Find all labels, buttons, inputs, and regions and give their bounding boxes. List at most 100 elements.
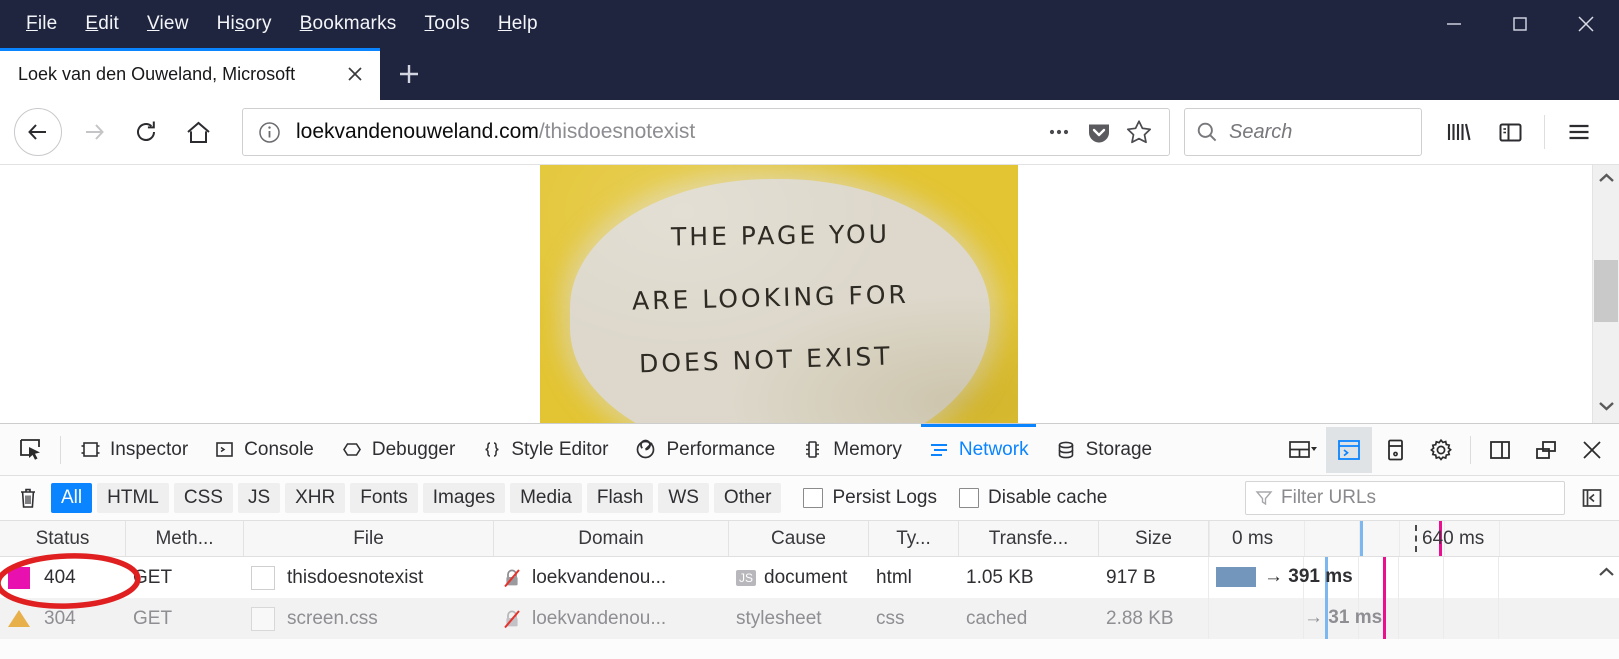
tab-title: Loek van den Ouweland, Microsoft bbox=[18, 63, 296, 84]
filter-chip-flash[interactable]: Flash bbox=[586, 483, 654, 513]
filter-chip-css[interactable]: CSS bbox=[173, 483, 233, 513]
url-text[interactable]: loekvandenouweland.com/thisdoesnotexist bbox=[296, 120, 1039, 144]
pocket-button[interactable] bbox=[1079, 112, 1119, 152]
browser-titlebar: File Edit View Hisory Bookmarks Tools He… bbox=[0, 0, 1619, 100]
devtools-tab-style-editor[interactable]: Style Editor bbox=[468, 424, 621, 476]
bookmark-button[interactable] bbox=[1119, 112, 1159, 152]
page-actions-button[interactable] bbox=[1039, 112, 1079, 152]
page-content: THE PAGE YOU ARE LOOKING FOR DOES NOT EX… bbox=[0, 165, 1619, 423]
window-controls bbox=[1421, 0, 1619, 48]
request-duration: → 31 ms bbox=[1304, 607, 1383, 628]
search-bar[interactable]: Search bbox=[1184, 108, 1422, 156]
note-line-2: ARE LOOKING FOR bbox=[631, 279, 909, 316]
home-button[interactable] bbox=[172, 106, 224, 158]
network-scroll-up[interactable] bbox=[1593, 566, 1619, 578]
chevron-down-icon bbox=[1598, 402, 1614, 411]
column-header-file[interactable]: File bbox=[243, 521, 493, 556]
filter-chip-ws[interactable]: WS bbox=[658, 483, 709, 513]
page-scrollbar[interactable] bbox=[1592, 165, 1619, 423]
filter-chip-html[interactable]: HTML bbox=[97, 483, 169, 513]
column-header-domain[interactable]: Domain bbox=[493, 521, 728, 556]
reload-button[interactable] bbox=[120, 106, 172, 158]
devtools-tab-label: Network bbox=[958, 438, 1029, 460]
info-circle-icon[interactable] bbox=[257, 120, 282, 145]
filter-chip-fonts[interactable]: Fonts bbox=[350, 483, 418, 513]
split-console-button[interactable] bbox=[1326, 426, 1372, 473]
devtools-tab-memory[interactable]: Memory bbox=[788, 424, 915, 476]
broken-lock-icon bbox=[501, 608, 523, 630]
url-bar[interactable]: loekvandenouweland.com/thisdoesnotexist bbox=[242, 108, 1170, 156]
devtools-tab-performance[interactable]: Performance bbox=[621, 424, 788, 476]
table-row[interactable]: 404 GET thisdoesnotexist loekvandenou...… bbox=[0, 557, 1619, 598]
clear-requests-button[interactable] bbox=[10, 486, 46, 510]
app-menu-button[interactable] bbox=[1553, 106, 1605, 158]
maximize-button[interactable] bbox=[1487, 0, 1553, 48]
scroll-thumb[interactable] bbox=[1594, 260, 1618, 322]
column-header-cause[interactable]: Cause bbox=[728, 521, 868, 556]
column-header-size[interactable]: Size bbox=[1098, 521, 1208, 556]
menu-bookmarks[interactable]: Bookmarks bbox=[286, 9, 411, 39]
devtools-tab-inspector[interactable]: Inspector bbox=[67, 424, 201, 476]
disable-cache-checkbox[interactable]: Disable cache bbox=[959, 487, 1107, 509]
close-button[interactable] bbox=[1553, 0, 1619, 48]
dock-separate-window-button[interactable] bbox=[1523, 427, 1569, 473]
cell-file: screen.css bbox=[243, 598, 493, 639]
column-header-timeline[interactable]: 0 ms 640 ms bbox=[1208, 521, 1619, 556]
library-button[interactable] bbox=[1432, 106, 1484, 158]
toggle-sidebar-button[interactable] bbox=[1575, 486, 1609, 510]
devtools-tab-network[interactable]: Network bbox=[915, 423, 1042, 476]
responsive-design-mode-button[interactable] bbox=[1372, 427, 1418, 473]
domain-name: loekvandenou... bbox=[532, 607, 667, 629]
star-icon bbox=[1126, 120, 1152, 144]
close-devtools-button[interactable] bbox=[1569, 427, 1615, 473]
sidebar-button[interactable] bbox=[1484, 106, 1536, 158]
column-header-method[interactable]: Meth... bbox=[125, 521, 243, 556]
forward-button[interactable] bbox=[68, 106, 120, 158]
table-row[interactable]: 304 GET screen.css loekvandenou... style… bbox=[0, 598, 1619, 639]
filter-chip-xhr[interactable]: XHR bbox=[285, 483, 346, 513]
split-console-icon bbox=[1338, 439, 1360, 460]
timeline-tick-0ms: 0 ms bbox=[1232, 527, 1274, 549]
menu-history[interactable]: Hisory bbox=[203, 9, 286, 39]
dock-to-side-button[interactable] bbox=[1477, 427, 1523, 473]
toggle-sidebar-icon bbox=[1582, 489, 1602, 507]
responsive-layout-button[interactable] bbox=[1280, 427, 1326, 473]
filter-chip-media[interactable]: Media bbox=[510, 483, 582, 513]
menu-help[interactable]: Help bbox=[484, 9, 552, 39]
menu-edit[interactable]: Edit bbox=[71, 9, 133, 39]
filter-urls-input[interactable]: Filter URLs bbox=[1245, 481, 1565, 515]
request-duration: → 391 ms bbox=[1264, 566, 1353, 587]
minimize-icon bbox=[1447, 23, 1461, 25]
menu-view[interactable]: View bbox=[133, 9, 203, 39]
tab-close-button[interactable] bbox=[338, 57, 372, 91]
column-header-status[interactable]: Status bbox=[0, 521, 125, 556]
filter-chip-js[interactable]: JS bbox=[237, 483, 281, 513]
column-header-type[interactable]: Ty... bbox=[868, 521, 958, 556]
element-picker-button[interactable] bbox=[6, 430, 54, 470]
tab-active[interactable]: Loek van den Ouweland, Microsoft bbox=[0, 48, 380, 100]
column-header-transferred[interactable]: Transfe... bbox=[958, 521, 1098, 556]
menu-tools[interactable]: Tools bbox=[411, 9, 484, 39]
persist-logs-checkbox[interactable]: Persist Logs bbox=[803, 487, 937, 509]
cause-label: document bbox=[764, 566, 848, 588]
cell-status: 404 bbox=[0, 557, 125, 598]
menu-file[interactable]: File bbox=[12, 9, 71, 39]
minimize-button[interactable] bbox=[1421, 0, 1487, 48]
checkbox-box bbox=[959, 488, 979, 508]
filter-chip-images[interactable]: Images bbox=[422, 483, 506, 513]
scroll-down-button[interactable] bbox=[1598, 393, 1615, 423]
new-tab-button[interactable] bbox=[380, 48, 438, 100]
devtools-tab-debugger[interactable]: Debugger bbox=[327, 424, 468, 476]
cell-status: 304 bbox=[0, 598, 125, 639]
cell-transferred: cached bbox=[966, 607, 1028, 629]
filter-chip-other[interactable]: Other bbox=[713, 483, 782, 513]
settings-button[interactable] bbox=[1418, 427, 1464, 473]
network-table-header: Status Meth... File Domain Cause Ty... T… bbox=[0, 521, 1619, 557]
responsive-design-mode-icon bbox=[1388, 439, 1403, 460]
back-button[interactable] bbox=[14, 108, 62, 156]
devtools-tab-console[interactable]: Console bbox=[201, 424, 327, 476]
scroll-up-button[interactable] bbox=[1598, 165, 1615, 195]
note-line-3: DOES NOT EXIST bbox=[638, 341, 894, 379]
devtools-tab-storage[interactable]: Storage bbox=[1042, 424, 1166, 476]
filter-chip-all[interactable]: All bbox=[51, 483, 93, 513]
